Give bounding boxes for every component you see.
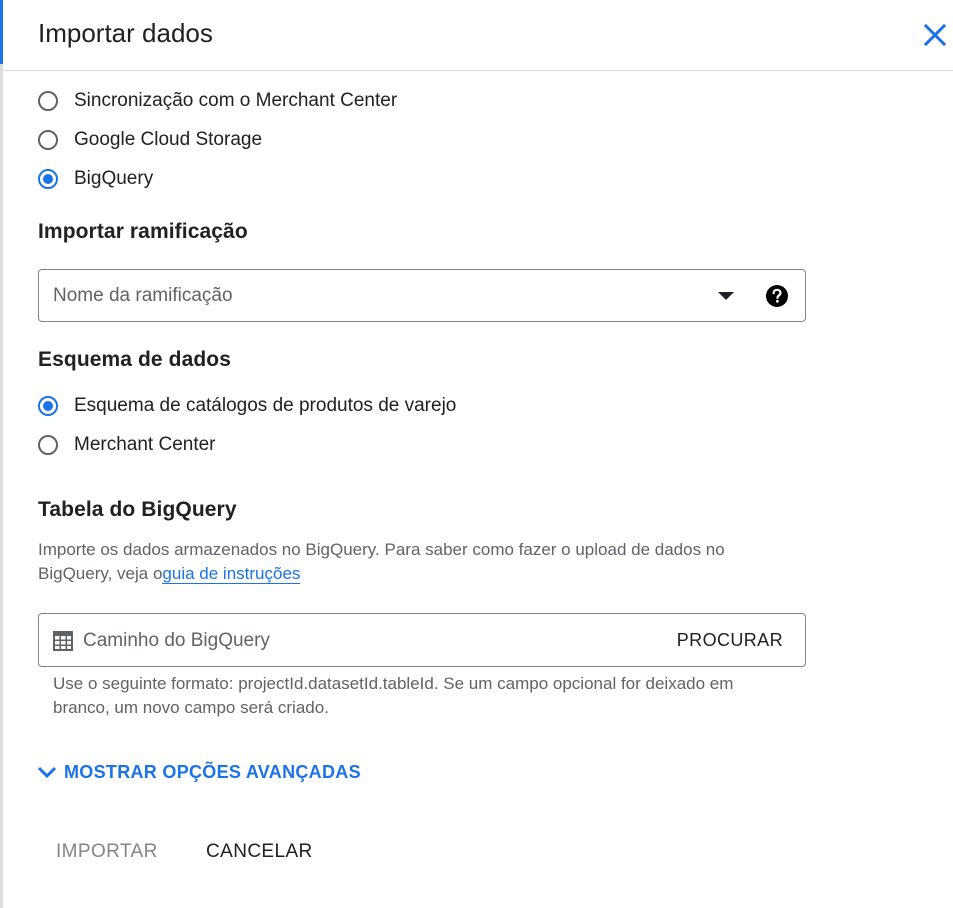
table-icon — [53, 631, 73, 651]
radio-label: Sincronização com o Merchant Center — [74, 90, 398, 111]
window-edge — [0, 0, 3, 908]
branch-name-placeholder: Nome da ramificação — [53, 285, 233, 306]
radio-circle — [38, 91, 58, 111]
browse-button[interactable]: PROCURAR — [677, 630, 783, 651]
radio-circle — [38, 130, 58, 150]
branch-section-title: Importar ramificação — [38, 220, 248, 243]
show-advanced-options-button[interactable]: MOSTRAR OPÇÕES AVANÇADAS — [36, 761, 361, 783]
branch-name-select[interactable]: Nome da ramificação — [38, 269, 806, 322]
bigquery-path-field[interactable]: Caminho do BigQuery PROCURAR — [38, 613, 806, 667]
chevron-down-icon — [37, 766, 57, 779]
import-button[interactable]: IMPORTAR — [56, 841, 158, 863]
radio-circle-selected — [38, 169, 58, 189]
radio-circle-selected — [38, 396, 58, 416]
radio-label: Google Cloud Storage — [74, 129, 263, 150]
advanced-options-label: MOSTRAR OPÇÕES AVANÇADAS — [64, 761, 361, 782]
help-icon[interactable] — [765, 284, 789, 308]
bigquery-path-placeholder: Caminho do BigQuery — [83, 630, 270, 651]
close-button[interactable] — [919, 19, 951, 51]
radio-label: Merchant Center — [74, 434, 216, 455]
bigquery-description: Importe os dados armazenados no BigQuery… — [38, 538, 798, 586]
radio-merchant-center-sync[interactable]: Sincronização com o Merchant Center — [38, 89, 397, 113]
dialog-title: Importar dados — [38, 18, 213, 48]
guide-link[interactable]: guia de instruções — [162, 564, 301, 584]
close-icon — [923, 23, 947, 47]
radio-label: BigQuery — [74, 168, 154, 189]
dialog-header: Importar dados — [3, 0, 953, 71]
radio-bigquery[interactable]: BigQuery — [38, 167, 153, 191]
radio-label: Esquema de catálogos de produtos de vare… — [74, 395, 457, 416]
schema-section-title: Esquema de dados — [38, 348, 231, 371]
dropdown-arrow-icon — [718, 292, 734, 300]
radio-retail-catalog-schema[interactable]: Esquema de catálogos de produtos de vare… — [38, 394, 456, 418]
cancel-button[interactable]: CANCELAR — [206, 841, 313, 863]
bigquery-description-text: Importe os dados armazenados no BigQuery… — [38, 540, 725, 583]
radio-google-cloud-storage[interactable]: Google Cloud Storage — [38, 128, 262, 152]
bigquery-path-hint: Use o seguinte formato: projectId.datase… — [53, 674, 734, 717]
radio-merchant-center-schema[interactable]: Merchant Center — [38, 433, 216, 457]
radio-circle — [38, 435, 58, 455]
bigquery-section-title: Tabela do BigQuery — [38, 498, 237, 521]
